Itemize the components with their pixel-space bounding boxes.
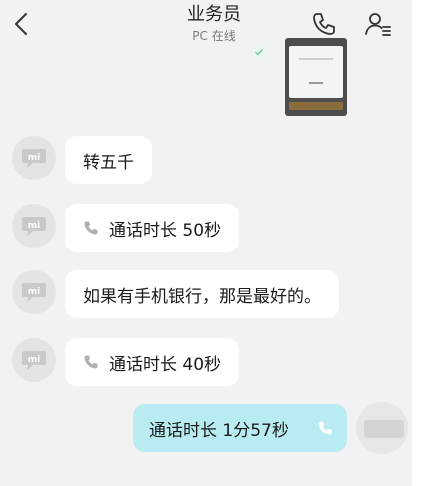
svg-text:mi: mi [28,355,40,365]
contact-info-button[interactable] [364,10,392,38]
screen-edge [412,0,428,486]
phone-icon [84,221,98,235]
avatar[interactable]: mi [12,204,56,248]
outgoing-call-record-bubble[interactable]: 通话时长 1分57秒 [133,404,347,452]
chat-header: 业务员 PC 在线 [0,0,428,48]
phone-icon [313,13,335,35]
mi-logo-icon: mi [22,351,46,370]
my-avatar[interactable] [356,402,408,454]
svg-text:mi: mi [28,287,40,297]
call-duration: 通话时长 50秒 [109,220,222,241]
svg-text:mi: mi [28,221,40,231]
svg-text:mi: mi [28,153,40,163]
contact-profile-icon [365,13,391,36]
image-message[interactable] [285,38,347,116]
phone-icon [318,421,332,435]
call-duration: 通话时长 40秒 [109,354,222,375]
call-button[interactable] [310,10,338,38]
mi-logo-icon: mi [22,283,46,302]
call-record-bubble[interactable]: 通话时长 40秒 [65,338,240,386]
call-duration: 通话时长 1分57秒 [149,420,289,441]
avatar[interactable]: mi [12,136,56,180]
avatar[interactable]: mi [12,270,56,314]
image-thumbnail [289,46,343,98]
mi-logo-icon: mi [22,217,46,236]
mi-logo-icon: mi [22,149,46,168]
read-check-icon [251,44,267,59]
avatar[interactable]: mi [12,338,56,382]
phone-icon [84,355,98,369]
message-bubble[interactable]: 转五千 [65,136,152,184]
message-text: 转五千 [83,152,134,173]
message-text: 如果有手机银行，那是最好的。 [83,286,321,307]
message-bubble[interactable]: 如果有手机银行，那是最好的。 [65,270,339,318]
call-record-bubble[interactable]: 通话时长 50秒 [65,204,240,252]
